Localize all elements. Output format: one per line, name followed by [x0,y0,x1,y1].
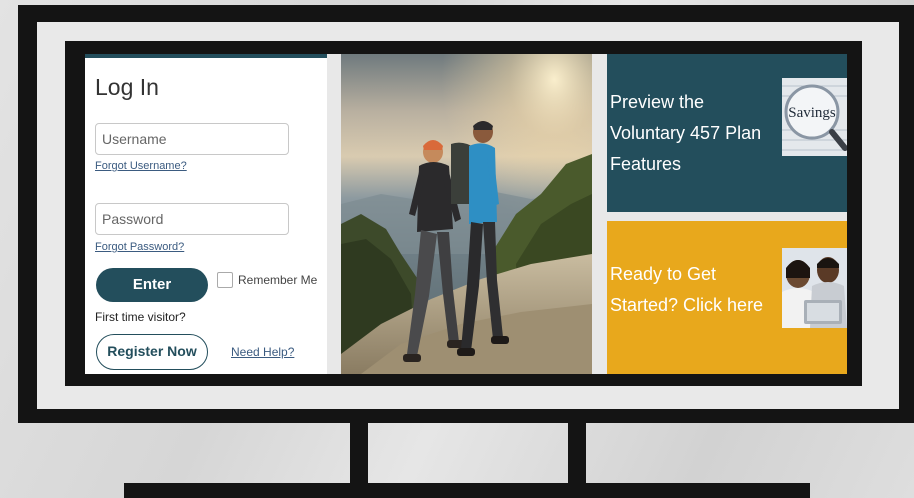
first-time-visitor-text: First time visitor? [95,310,186,324]
forgot-username-link[interactable]: Forgot Username? [95,160,187,172]
savings-magnifier-image: Savings [782,78,847,156]
forgot-password-link[interactable]: Forgot Password? [95,241,184,253]
monitor-stand-left [350,423,368,488]
get-started-text: Ready to Get Started? Click here [610,264,764,315]
enter-button[interactable]: Enter [96,268,208,302]
login-title: Log In [95,74,159,100]
people-laptop-image [782,248,847,328]
password-input[interactable] [95,203,289,235]
preview-plan-text: Preview the Voluntary 457 Plan Features [610,92,762,174]
hikers-photo [341,54,592,374]
need-help-link[interactable]: Need Help? [231,345,294,359]
monitor-stand-base [124,483,810,498]
remember-me-checkbox[interactable] [217,272,233,288]
remember-me-label: Remember Me [238,273,318,287]
login-panel: Log In Forgot Username? Forgot Password?… [85,54,327,374]
username-input[interactable] [95,123,289,155]
savings-image-text: Savings [788,105,836,121]
get-started-promo[interactable]: Ready to Get Started? Click here [607,221,847,374]
screen: Log In Forgot Username? Forgot Password?… [85,54,847,374]
monitor-stand-right [568,423,586,488]
register-now-button[interactable]: Register Now [96,334,208,370]
preview-plan-promo[interactable]: Preview the Voluntary 457 Plan Features … [607,54,847,212]
